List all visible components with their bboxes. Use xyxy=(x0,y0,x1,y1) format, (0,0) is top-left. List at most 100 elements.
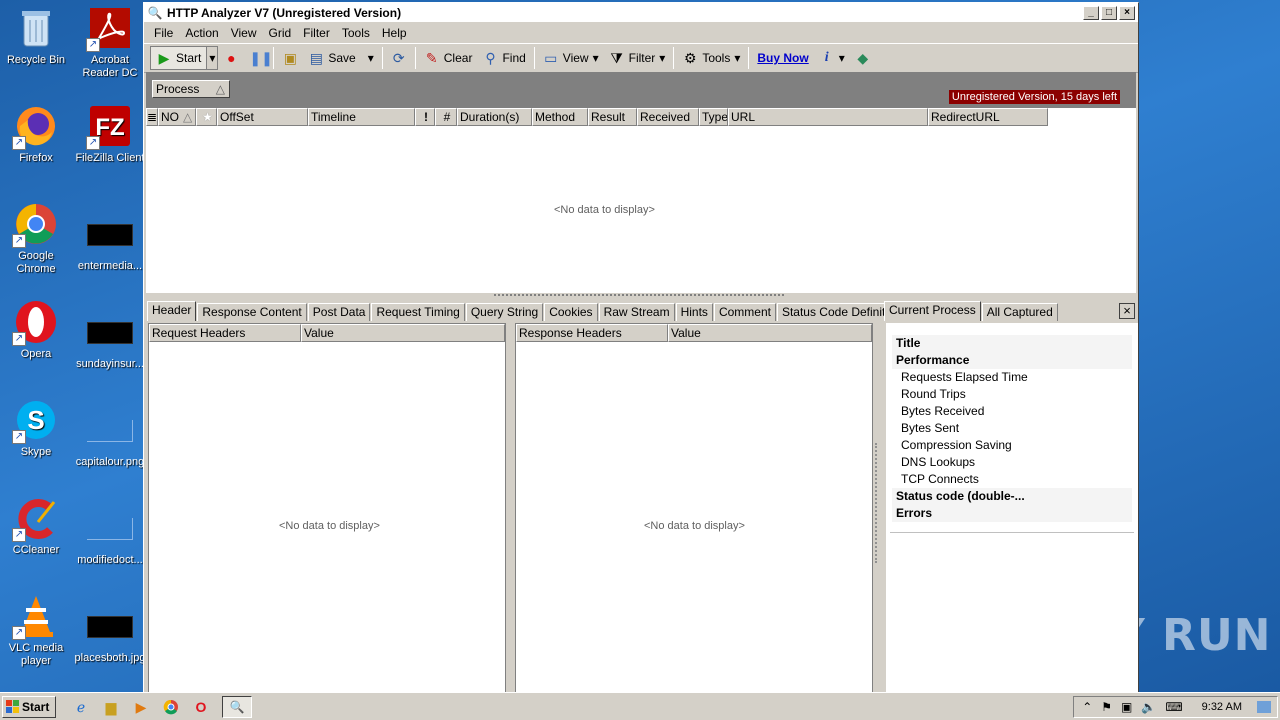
desktop-icon-ccleaner[interactable]: ↗ CCleaner xyxy=(0,496,72,557)
group-chip-process[interactable]: Process △ xyxy=(152,80,230,98)
desktop-icon-skype[interactable]: S ↗ Skype xyxy=(0,398,72,459)
desktop-icon-sundayinsur[interactable]: sundayinsur... xyxy=(74,312,146,371)
gear-icon: ⚙ xyxy=(684,50,697,66)
menu-help[interactable]: Help xyxy=(376,26,413,40)
refresh-button[interactable]: ⟳ xyxy=(386,46,412,70)
menu-view[interactable]: View xyxy=(225,26,263,40)
vertical-splitter[interactable] xyxy=(875,443,881,563)
column-chooser-button[interactable]: ≣ xyxy=(146,108,158,126)
tree-item[interactable]: Status code (double-... xyxy=(892,488,1132,505)
show-hidden-icons-icon[interactable]: ⌃ xyxy=(1082,700,1092,714)
column-timeline[interactable]: Timeline xyxy=(308,108,415,126)
pause-button[interactable]: ❚❚ xyxy=(244,46,272,70)
tab-request-timing[interactable]: Request Timing xyxy=(371,303,465,321)
tab-hints[interactable]: Hints xyxy=(675,303,713,321)
desktop-icon-recycle-bin[interactable]: Recycle Bin xyxy=(0,6,72,67)
opera-taskbar-icon[interactable]: O xyxy=(190,696,212,718)
info-button[interactable]: i ▾ xyxy=(814,46,850,70)
save-button[interactable]: ▤ Save ▾ xyxy=(303,46,378,70)
http-analyzer-taskbar-button[interactable]: 🔍 xyxy=(222,695,252,718)
tree-item[interactable]: Bytes Sent xyxy=(886,420,1138,437)
column-request-headers[interactable]: Request Headers xyxy=(149,324,301,342)
tree-item[interactable]: Compression Saving xyxy=(886,437,1138,454)
tree-item[interactable]: Performance xyxy=(892,352,1132,369)
clock[interactable]: 9:32 AM xyxy=(1202,701,1242,713)
start-button[interactable]: ▶ Start xyxy=(150,46,208,70)
tab-post-data[interactable]: Post Data xyxy=(307,303,371,321)
file-explorer-icon[interactable]: ▆ xyxy=(100,696,122,718)
column-alert[interactable]: ! xyxy=(415,108,435,126)
network-icon[interactable]: ▣ xyxy=(1121,700,1132,714)
column-response-value[interactable]: Value xyxy=(668,324,872,342)
column-number[interactable]: # xyxy=(435,108,457,126)
buy-now-link[interactable]: Buy Now xyxy=(752,46,813,70)
tree-item[interactable]: Errors xyxy=(892,505,1132,522)
tab-query-string[interactable]: Query String xyxy=(465,303,544,321)
maximize-button[interactable]: □ xyxy=(1101,5,1117,20)
desktop-icon-chrome[interactable]: ↗ Google Chrome xyxy=(0,202,72,276)
desktop-icon-entermedia[interactable]: entermedia... xyxy=(74,214,146,273)
column-duration[interactable]: Duration(s) xyxy=(457,108,532,126)
desktop-icon-opera[interactable]: ↗ Opera xyxy=(0,300,72,361)
menu-grid[interactable]: Grid xyxy=(263,26,298,40)
desktop-icon-label: placesboth.jpg xyxy=(74,652,146,664)
media-player-icon[interactable]: ▶ xyxy=(130,696,152,718)
desktop-icon-capitalour[interactable]: capitalour.png xyxy=(74,410,146,469)
record-button[interactable]: ● xyxy=(218,46,244,70)
column-no[interactable]: NO △ xyxy=(158,108,196,126)
menu-tools[interactable]: Tools xyxy=(336,26,376,40)
tab-comment[interactable]: Comment xyxy=(713,303,776,321)
column-response-headers[interactable]: Response Headers xyxy=(516,324,668,342)
tab-cookies[interactable]: Cookies xyxy=(544,303,598,321)
desktop-icon-modifiedoct[interactable]: modifiedoct... xyxy=(74,508,146,567)
menu-file[interactable]: File xyxy=(148,26,179,40)
volume-icon[interactable]: 🔈 xyxy=(1141,700,1156,714)
start-dropdown-button[interactable]: ▾ xyxy=(206,46,219,70)
tab-raw-stream[interactable]: Raw Stream xyxy=(598,303,675,321)
tab-header[interactable]: Header xyxy=(147,301,197,321)
tree-item[interactable]: Bytes Received xyxy=(886,403,1138,420)
desktop-icon-filezilla[interactable]: FZ ↗ FileZilla Client xyxy=(74,104,146,165)
action-center-flag-icon[interactable]: ⚑ xyxy=(1101,700,1112,714)
tab-response-content[interactable]: Response Content xyxy=(197,303,307,321)
internet-explorer-icon[interactable]: ℯ xyxy=(70,696,92,718)
tab-all-captured[interactable]: All Captured xyxy=(981,303,1058,321)
column-redirect-url[interactable]: RedirectURL xyxy=(928,108,1048,126)
filter-button[interactable]: ⧩ Filter ▾ xyxy=(604,46,671,70)
tools-button[interactable]: ⚙ Tools ▾ xyxy=(677,46,745,70)
show-desktop-button[interactable] xyxy=(1257,700,1271,713)
tree-item[interactable]: TCP Connects xyxy=(886,471,1138,488)
chrome-taskbar-icon[interactable] xyxy=(160,696,182,718)
desktop-icon-placesboth[interactable]: placesboth.jpg xyxy=(74,606,146,665)
column-offset[interactable]: OffSet xyxy=(217,108,308,126)
column-url[interactable]: URL xyxy=(728,108,928,126)
column-result[interactable]: Result xyxy=(588,108,637,126)
splitter-handle[interactable] xyxy=(494,294,784,298)
desktop-icon-acrobat[interactable]: ↗ Acrobat Reader DC xyxy=(74,6,146,80)
find-button[interactable]: ⚲ Find xyxy=(477,46,530,70)
desktop-icon-label: Google Chrome xyxy=(16,250,56,275)
help-book-button[interactable]: ◆ xyxy=(850,46,876,70)
tree-item[interactable]: Round Trips xyxy=(886,386,1138,403)
clear-button[interactable]: ✎ Clear xyxy=(419,46,478,70)
column-star[interactable]: ★ xyxy=(196,108,217,126)
close-button[interactable]: × xyxy=(1119,5,1135,20)
view-button[interactable]: ▭ View ▾ xyxy=(538,46,604,70)
tab-current-process[interactable]: Current Process xyxy=(884,301,981,321)
menu-action[interactable]: Action xyxy=(179,26,224,40)
menu-filter[interactable]: Filter xyxy=(297,26,336,40)
desktop-icon-firefox[interactable]: ↗ Firefox xyxy=(0,104,72,165)
tree-item[interactable]: Title xyxy=(892,335,1132,352)
open-button[interactable]: ▣ xyxy=(277,46,303,70)
keyboard-icon[interactable]: ⌨ xyxy=(1165,700,1182,714)
tree-item[interactable]: Requests Elapsed Time xyxy=(886,369,1138,386)
column-method[interactable]: Method xyxy=(532,108,588,126)
start-menu-button[interactable]: Start xyxy=(2,695,56,718)
tree-item[interactable]: DNS Lookups xyxy=(886,454,1138,471)
close-pane-button[interactable]: × xyxy=(1119,303,1135,319)
column-type[interactable]: Type xyxy=(699,108,728,126)
column-received[interactable]: Received xyxy=(637,108,699,126)
minimize-button[interactable]: _ xyxy=(1083,5,1099,20)
column-request-value[interactable]: Value xyxy=(301,324,505,342)
desktop-icon-vlc[interactable]: ↗ VLC media player xyxy=(0,594,72,668)
